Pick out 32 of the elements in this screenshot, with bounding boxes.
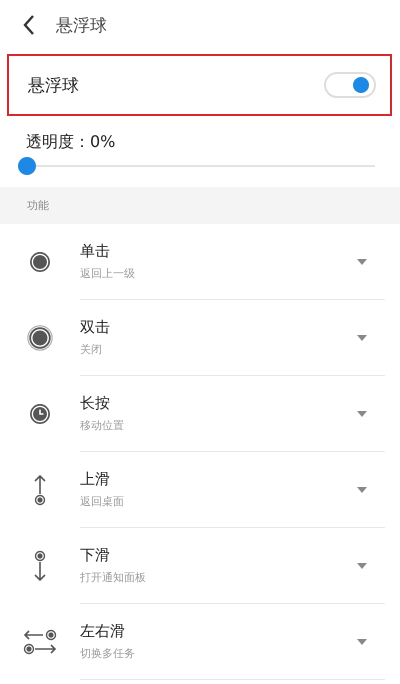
dropdown-icon[interactable] <box>357 258 367 264</box>
gesture-row[interactable]: 双击 关闭 <box>80 300 385 376</box>
toggle-switch[interactable] <box>324 72 376 98</box>
dropdown-icon[interactable] <box>357 562 367 568</box>
gesture-title: 双击 <box>80 318 111 337</box>
gesture-title: 单击 <box>80 242 111 261</box>
back-icon[interactable] <box>22 14 36 36</box>
gesture-action: 打开通知面板 <box>80 570 147 585</box>
opacity-slider[interactable] <box>18 157 375 175</box>
gesture-action: 移动位置 <box>80 418 125 433</box>
dropdown-icon[interactable] <box>357 410 367 416</box>
setting-label: 悬浮球 <box>28 74 79 96</box>
gesture-action: 关闭 <box>80 342 103 357</box>
gesture-title: 下滑 <box>80 546 111 565</box>
gesture-title: 上滑 <box>80 470 111 489</box>
gesture-action: 返回桌面 <box>80 494 125 509</box>
section-title: 功能 <box>27 198 49 213</box>
gesture-row[interactable]: 单击 返回上一级 <box>80 224 385 300</box>
dropdown-icon[interactable] <box>357 334 367 340</box>
gesture-row[interactable]: 上滑 返回桌面 <box>80 452 385 528</box>
dropdown-icon[interactable] <box>357 486 367 492</box>
gesture-row[interactable]: 长按 移动位置 <box>80 376 385 452</box>
gesture-row[interactable]: 下滑 打开通知面板 <box>80 528 385 604</box>
gesture-title: 长按 <box>80 394 111 413</box>
dropdown-icon[interactable] <box>357 638 367 644</box>
slider-thumb[interactable] <box>18 157 36 175</box>
opacity-label: 透明度：0% <box>26 132 116 153</box>
gesture-action: 返回上一级 <box>80 266 136 281</box>
page-title: 悬浮球 <box>56 14 107 36</box>
gesture-action: 切换多任务 <box>80 646 136 661</box>
gesture-row[interactable]: 左右滑 切换多任务 <box>80 604 385 680</box>
gesture-title: 左右滑 <box>80 622 126 641</box>
